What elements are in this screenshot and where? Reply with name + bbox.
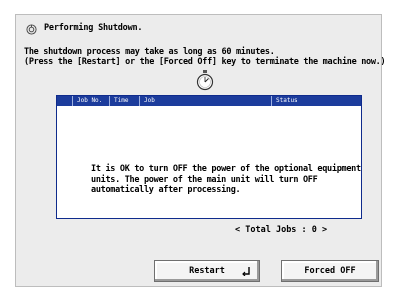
shutdown-message-line2: (Press the [Restart] or the [Forced Off]… bbox=[24, 57, 386, 67]
enter-icon bbox=[242, 267, 250, 276]
shutdown-message-line1: The shutdown process may take as long as… bbox=[24, 47, 275, 57]
column-header-status: Status bbox=[271, 96, 298, 106]
restart-button-label: Restart bbox=[189, 266, 225, 276]
total-jobs-pager: < Total Jobs : 0 > bbox=[235, 225, 327, 235]
page-title: Performing Shutdown. bbox=[44, 23, 143, 33]
previous-page-icon[interactable]: < bbox=[235, 225, 240, 235]
forced-off-button[interactable]: Forced OFF bbox=[281, 260, 379, 282]
restart-button[interactable]: Restart bbox=[154, 260, 260, 282]
total-jobs-label: Total Jobs : bbox=[245, 225, 307, 235]
column-header-job-no: Job No. bbox=[72, 96, 102, 106]
shutdown-status-icon bbox=[26, 24, 37, 35]
shutdown-screen: Performing Shutdown. The shutdown proces… bbox=[15, 14, 386, 287]
total-jobs-value: 0 bbox=[311, 225, 317, 235]
column-header-time: Time bbox=[109, 96, 128, 106]
column-header-job: Job bbox=[139, 96, 155, 106]
job-table: Job No. Time Job Status It is OK to turn… bbox=[56, 95, 362, 219]
power-off-notice: It is OK to turn OFF the power of the op… bbox=[91, 164, 361, 195]
next-page-icon[interactable]: > bbox=[322, 225, 327, 235]
forced-off-button-label: Forced OFF bbox=[304, 266, 356, 276]
stopwatch-icon bbox=[196, 70, 214, 91]
job-table-header: Job No. Time Job Status bbox=[57, 96, 361, 106]
